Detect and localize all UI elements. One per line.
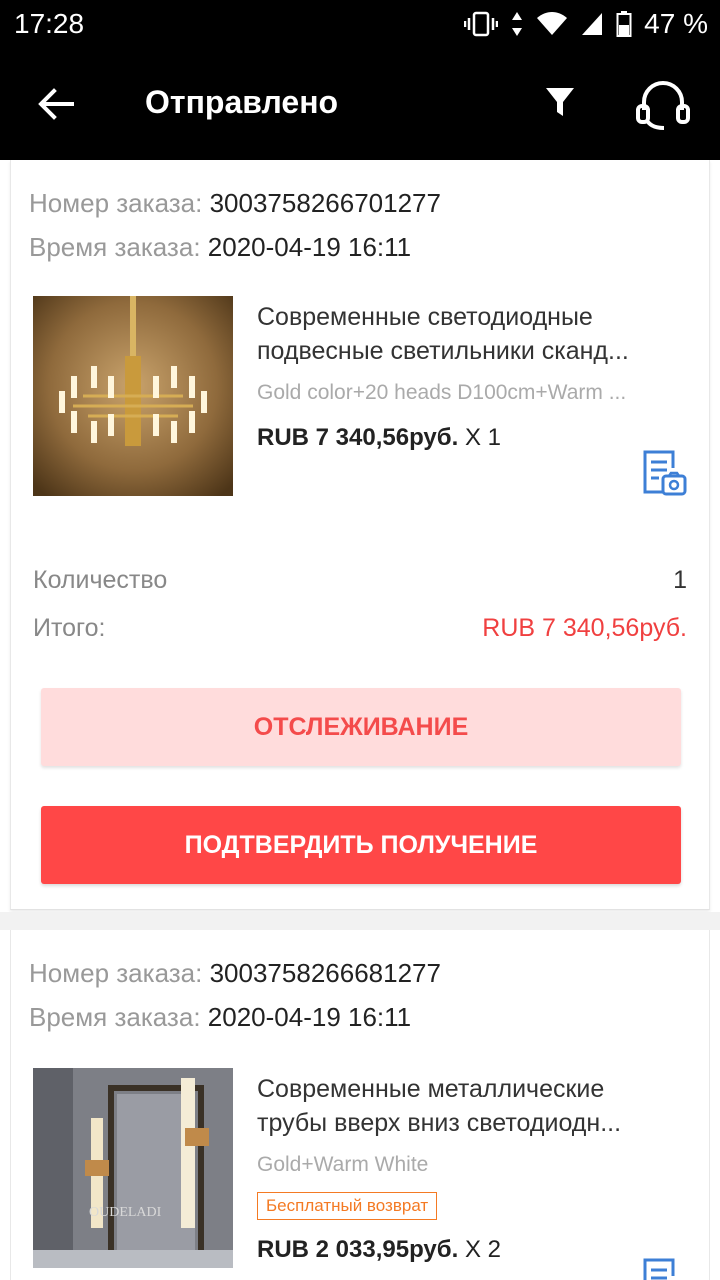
photo-review-icon <box>643 1258 675 1280</box>
status-icons: 47 % <box>464 8 708 40</box>
back-arrow-icon <box>38 88 74 120</box>
app-bar: Отправлено <box>0 48 720 160</box>
free-return-badge: Бесплатный возврат <box>257 1192 438 1220</box>
product-thumbnail[interactable] <box>33 296 233 496</box>
product-quantity-mult: X 1 <box>464 424 501 451</box>
status-time: 17:28 <box>14 8 85 39</box>
product-title-line2: подвесные светильники сканд... <box>257 337 629 365</box>
wifi-icon <box>537 12 568 35</box>
order-number-row: Номер заказа: 3003758266681277 <box>29 958 441 989</box>
product-variant: Gold+Warm White <box>257 1153 429 1176</box>
filter-icon <box>546 88 574 116</box>
order-time-row: Время заказа: 2020-04-19 16:11 <box>29 1002 411 1033</box>
order-number-label: Номер заказа: <box>29 958 203 988</box>
signal-icon <box>582 13 603 35</box>
filter-button[interactable] <box>538 80 582 124</box>
chandelier-image <box>33 296 233 496</box>
headset-icon <box>636 81 690 130</box>
product-variant: Gold color+20 heads D100cm+Warm ... <box>257 381 627 404</box>
vibrate-icon <box>464 11 499 37</box>
quantity-row: Количество 1 <box>33 566 687 595</box>
product-title-line2: трубы вверх вниз светодиодн... <box>257 1109 622 1137</box>
total-row: Итого: RUB 7 340,56руб. <box>33 614 687 643</box>
order-time: 2020-04-19 16:11 <box>207 232 412 262</box>
product-thumbnail[interactable]: OUDELADI <box>33 1068 233 1268</box>
order-time-row: Время заказа: 2020-04-19 16:11 <box>29 232 411 263</box>
order-number-row: Номер заказа: 3003758266701277 <box>29 188 441 219</box>
photo-review-button[interactable] <box>639 448 689 498</box>
order-card[interactable]: Номер заказа: 3003758266681277 Время зак… <box>10 930 710 1280</box>
product-quantity-mult: X 2 <box>464 1236 501 1263</box>
battery-icon <box>616 11 632 37</box>
order-time-label: Время заказа: <box>29 232 201 262</box>
data-arrows-icon <box>512 12 523 36</box>
product-title[interactable]: Современные светодиодные подвесные свети… <box>257 300 687 368</box>
order-number: 3003758266681277 <box>209 958 441 988</box>
quantity-label: Количество <box>33 566 168 594</box>
product-price: RUB 2 033,95руб. <box>257 1236 459 1263</box>
track-button[interactable]: ОТСЛЕЖИВАНИЕ <box>41 688 681 766</box>
photo-review-icon <box>643 450 687 496</box>
product-price-row: RUB 2 033,95руб. X 2 <box>257 1236 501 1264</box>
quantity-value: 1 <box>673 566 687 594</box>
card-divider <box>0 912 720 930</box>
battery-percent: 47 % <box>644 8 708 39</box>
support-button[interactable] <box>632 76 694 136</box>
product-title-line1: Современные металлические <box>257 1075 605 1103</box>
orders-list[interactable]: Номер заказа: 3003758266701277 Время зак… <box>0 160 720 1280</box>
confirm-receipt-button[interactable]: ПОДТВЕРДИТЬ ПОЛУЧЕНИЕ <box>41 806 681 884</box>
product-watermark: OUDELADI <box>89 1205 162 1220</box>
wall-lamp-image: OUDELADI <box>33 1068 233 1268</box>
product-price: RUB 7 340,56руб. <box>257 424 459 451</box>
product-price-row: RUB 7 340,56руб. X 1 <box>257 424 501 452</box>
photo-review-button[interactable] <box>639 1256 689 1280</box>
order-time-label: Время заказа: <box>29 1002 201 1032</box>
order-card[interactable]: Номер заказа: 3003758266701277 Время зак… <box>10 160 710 910</box>
total-label: Итого: <box>33 614 106 642</box>
order-number-label: Номер заказа: <box>29 188 203 218</box>
back-button[interactable] <box>30 78 82 130</box>
page-title: Отправлено <box>145 84 339 120</box>
status-bar: 17:28 47 % <box>0 0 720 48</box>
total-value: RUB 7 340,56руб. <box>482 614 687 642</box>
order-number: 3003758266701277 <box>209 188 441 218</box>
product-title-line1: Современные светодиодные <box>257 303 593 331</box>
product-title[interactable]: Современные металлические трубы вверх вн… <box>257 1072 687 1140</box>
order-time: 2020-04-19 16:11 <box>207 1002 412 1032</box>
